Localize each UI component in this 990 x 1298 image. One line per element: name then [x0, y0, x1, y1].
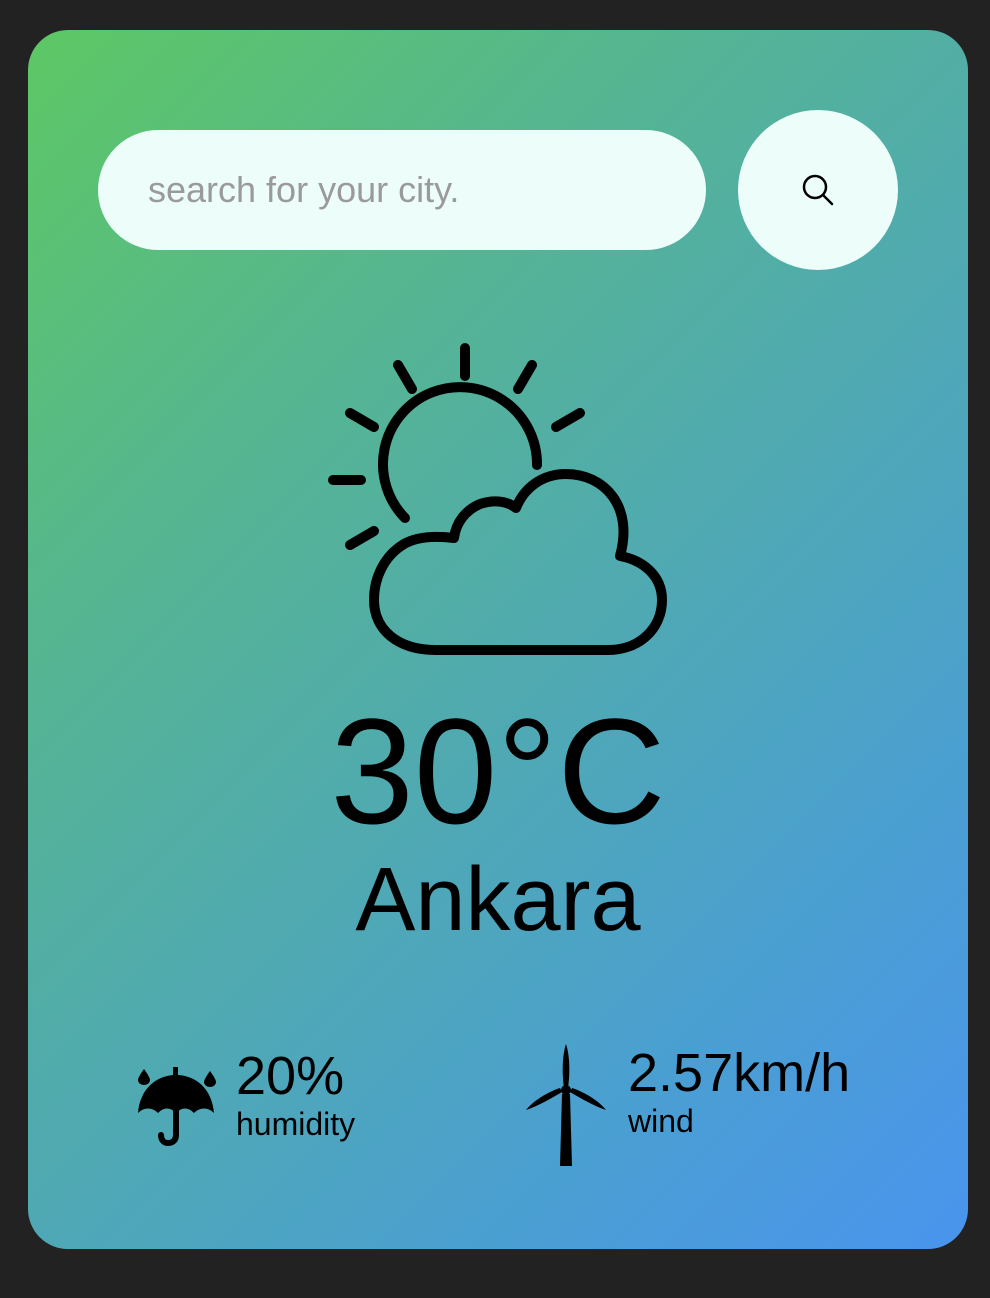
- partly-cloudy-icon: [328, 343, 667, 655]
- weather-card: 30°C Ankara 20% humidity: [28, 30, 968, 1249]
- wind-turbine-icon: [526, 1044, 606, 1166]
- search-input[interactable]: [98, 130, 706, 250]
- city-name: Ankara: [355, 850, 641, 950]
- search-button[interactable]: [738, 110, 898, 270]
- umbrella-rain-icon: [138, 1067, 216, 1147]
- search-icon: [802, 174, 834, 206]
- humidity-stat: 20% humidity: [136, 1045, 355, 1147]
- wind-stat: 2.57km/h wind: [524, 1042, 850, 1168]
- humidity-label: humidity: [236, 1106, 356, 1142]
- humidity-value: 20%: [236, 1046, 345, 1106]
- wind-label: wind: [628, 1103, 694, 1139]
- temperature: 30°C: [330, 687, 666, 855]
- wind-value: 2.57km/h: [628, 1043, 851, 1103]
